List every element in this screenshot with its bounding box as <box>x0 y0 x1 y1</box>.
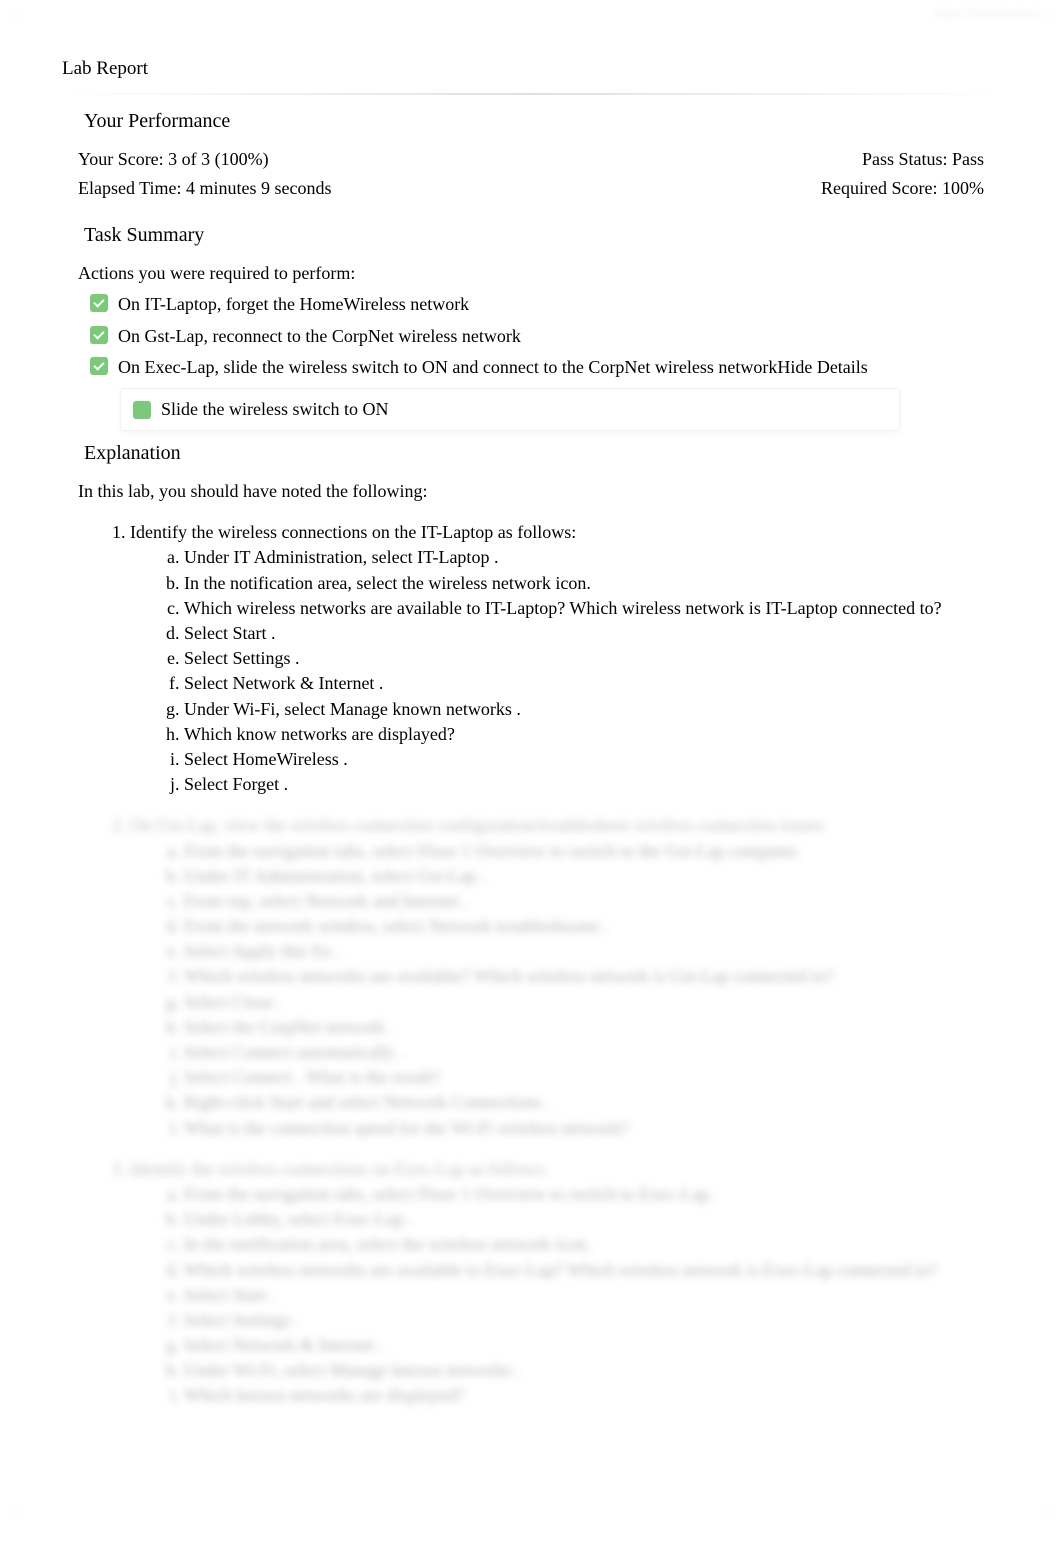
step-1-substeps: Under IT Administration, select IT-Lapto… <box>130 545 1002 797</box>
substep: Which know networks are displayed? <box>184 722 1002 747</box>
explanation-intro: In this lab, you should have noted the f… <box>60 479 1002 504</box>
report-title: Lab Report <box>60 56 1002 83</box>
step-3-substeps: From the navigation tabs, select Floor 1… <box>130 1182 1002 1409</box>
task-item: On IT-Laptop, forget the HomeWireless ne… <box>90 292 1002 317</box>
title-divider <box>60 93 1002 95</box>
substep: Which wireless networks are available to… <box>184 1258 1002 1283</box>
substep: Select Network & Internet . <box>184 1333 1002 1358</box>
page-container: Lab Report Your Performance Your Score: … <box>0 26 1062 1454</box>
bottom-meta-bar: … … <box>0 1495 1062 1521</box>
performance-right-col: Pass Status: Pass Required Score: 100% <box>821 147 984 201</box>
step-title: Identify the wireless connections on the… <box>130 522 576 542</box>
substep: What is the connection speed for the Wi-… <box>184 1116 1002 1141</box>
performance-heading: Your Performance <box>84 107 1002 135</box>
substep: Select Network & Internet . <box>184 671 1002 696</box>
explanation-heading: Explanation <box>84 439 1002 467</box>
pass-status: Pass Status: Pass <box>821 147 984 172</box>
task-text: On Gst-Lap, reconnect to the CorpNet wir… <box>118 326 521 346</box>
top-meta-bar: — https://labsimserver/… <box>0 0 1062 26</box>
footer-right: … <box>1041 1499 1054 1517</box>
required-score: Required Score: 100% <box>821 176 984 201</box>
substep: Select Connect automatically . <box>184 1040 1002 1065</box>
substep: Select Close . <box>184 990 1002 1015</box>
step-title: On Gst-Lap, view the wireless connection… <box>130 815 824 835</box>
explanation-steps: Identify the wireless connections on the… <box>60 520 1002 1408</box>
substep: Under IT Administration, select Gst-Lap … <box>184 864 1002 889</box>
task-summary-heading: Task Summary <box>84 221 1002 249</box>
substep: In the notification area, select the wir… <box>184 571 1002 596</box>
task-details-box: Slide the wireless switch to ON <box>120 388 900 431</box>
meta-right: https://labsimserver/… <box>935 4 1054 22</box>
substep: From the network window, select Network … <box>184 914 1002 939</box>
task-text: On IT-Laptop, forget the HomeWireless ne… <box>118 294 469 314</box>
substep: From the navigation tabs, select Floor 1… <box>184 839 1002 864</box>
performance-grid: Your Score: 3 of 3 (100%) Elapsed Time: … <box>60 147 1002 201</box>
step-3-blurred: Identify the wireless connections on Exe… <box>130 1157 1002 1409</box>
step-2-blurred: On Gst-Lap, view the wireless connection… <box>130 813 1002 1140</box>
step-2-substeps: From the navigation tabs, select Floor 1… <box>130 839 1002 1141</box>
your-score: Your Score: 3 of 3 (100%) <box>78 147 332 172</box>
substep: Select Settings . <box>184 1308 1002 1333</box>
elapsed-time: Elapsed Time: 4 minutes 9 seconds <box>78 176 332 201</box>
substep: Select the CorpNet network . <box>184 1015 1002 1040</box>
step-1: Identify the wireless connections on the… <box>130 520 1002 797</box>
substep: From top, select Network and Internet . <box>184 889 1002 914</box>
substep: Which wireless networks are available? W… <box>184 964 1002 989</box>
substep: Under Wi-Fi, select Manage known network… <box>184 1358 1002 1383</box>
substep: Which wireless networks are available to… <box>184 596 1002 621</box>
task-text: On Exec-Lap, slide the wireless switch t… <box>118 357 777 377</box>
substep: Select Start . <box>184 1283 1002 1308</box>
substep: Select Start . <box>184 621 1002 646</box>
substep: In the notification area, select the wir… <box>184 1232 1002 1257</box>
substep: Under Lobby, select Exec-Lap . <box>184 1207 1002 1232</box>
performance-left-col: Your Score: 3 of 3 (100%) Elapsed Time: … <box>78 147 332 201</box>
substep: Select Forget . <box>184 772 1002 797</box>
check-icon <box>90 357 108 375</box>
substep: Select Apply this fix . <box>184 939 1002 964</box>
substep: Select Connect . What is the result? <box>184 1065 1002 1090</box>
task-list: On IT-Laptop, forget the HomeWireless ne… <box>60 292 1002 380</box>
substep: Which known networks are displayed? <box>184 1383 1002 1408</box>
task-item: On Exec-Lap, slide the wireless switch t… <box>90 355 1002 380</box>
task-summary-intro: Actions you were required to perform: <box>60 261 1002 286</box>
substep: Select Settings . <box>184 646 1002 671</box>
step-title: Identify the wireless connections on Exe… <box>130 1159 547 1179</box>
check-icon <box>133 401 151 419</box>
substep: Select HomeWireless . <box>184 747 1002 772</box>
task-detail-text: Slide the wireless switch to ON <box>161 397 388 422</box>
footer-left: … <box>8 1499 21 1517</box>
substep: Right-click Start and select Network Con… <box>184 1090 1002 1115</box>
substep: From the navigation tabs, select Floor 1… <box>184 1182 1002 1207</box>
check-icon <box>90 294 108 312</box>
hide-details-link[interactable]: Hide Details <box>777 357 867 377</box>
check-icon <box>90 326 108 344</box>
task-item: On Gst-Lap, reconnect to the CorpNet wir… <box>90 324 1002 349</box>
substep: Under Wi-Fi, select Manage known network… <box>184 697 1002 722</box>
substep: Under IT Administration, select IT-Lapto… <box>184 545 1002 570</box>
